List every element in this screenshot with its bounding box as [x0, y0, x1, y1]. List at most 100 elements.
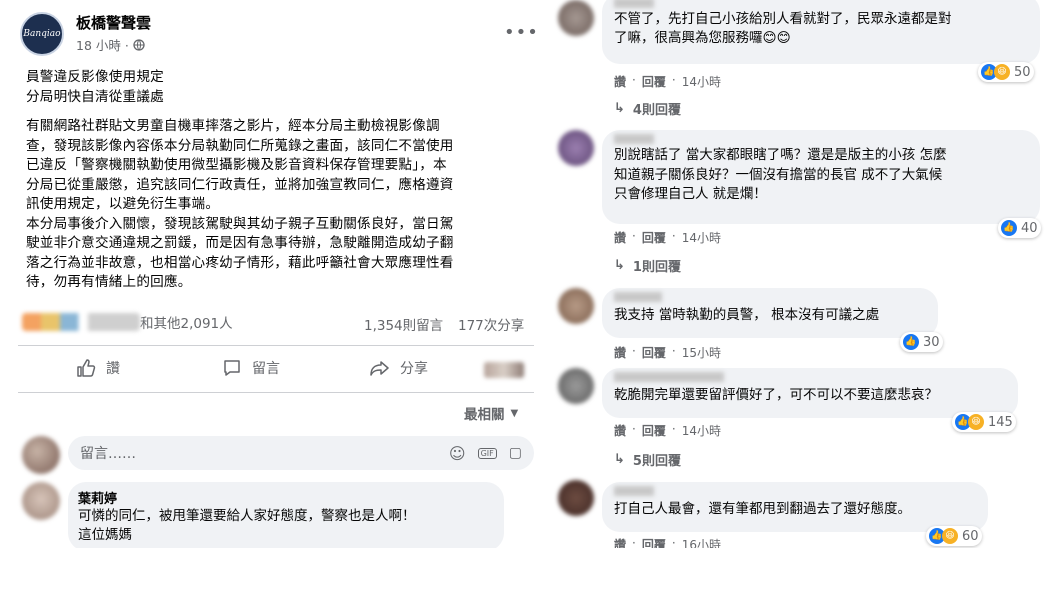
like-label: 讚: [106, 361, 120, 377]
comment-text: 別說瞎話了 當大家都眼瞎了嗎？還是是版主的小孩 怎麼: [614, 147, 947, 163]
comment-time[interactable]: 16小時: [682, 536, 721, 548]
reaction-count: 145: [988, 414, 1013, 430]
comment-text: 我支持 當時執勤的員警， 根本沒有可議之處: [614, 307, 880, 323]
reply-arrow-icon: ↳: [614, 258, 625, 273]
comment-reactions[interactable]: 👍 😆 50: [978, 62, 1034, 82]
comment-input-placeholder: 留言……: [80, 446, 136, 462]
blurred-name: [614, 486, 654, 496]
commenter-avatar: [558, 0, 594, 36]
comment-bubble: 葉莉婷 可憐的同仁，被甩筆還要給人家好態度，警察也是人啊！ 這位媽媽: [68, 482, 504, 548]
comment-meta: 讚 · 回覆 · 15小時: [614, 344, 721, 361]
comment-time[interactable]: 15小時: [682, 344, 721, 361]
replies-label: 4則回覆: [632, 103, 681, 118]
reaction-summary[interactable]: 和其他2,091人: [22, 312, 233, 332]
post-body-line: 落之行為並非故意，也相當心疼幼子情形，藉此呼籲社會大眾應理性看: [26, 254, 454, 271]
post-body-line: 已違反「警察機關執勤使用微型攝影機及影音資料保存管理要點」，本: [26, 157, 447, 173]
post-title-line: 員警違反影像使用規定: [26, 69, 164, 85]
post-body-line: 駛並非介意交通違規之罰鍰，而是因有急事待辦，急駛離開造成幼子翻: [26, 235, 454, 251]
like-button[interactable]: 讚: [76, 358, 120, 378]
comment-reply-link[interactable]: 回覆: [642, 422, 666, 439]
emoji-icon[interactable]: ☺: [449, 444, 466, 463]
reply-arrow-icon: ↳: [614, 101, 625, 116]
comment-reactions[interactable]: 👍 😆 60: [926, 526, 982, 546]
sticker-icon[interactable]: ▢: [509, 445, 522, 461]
view-replies-link[interactable]: ↳ 5則回覆: [614, 450, 681, 469]
comments-count[interactable]: 1,354則留言: [364, 314, 443, 334]
page-name[interactable]: 板橋警聲雲: [76, 12, 151, 33]
comment-meta: 讚 · 回覆 · 14小時: [614, 422, 721, 439]
current-user-avatar: [22, 436, 60, 474]
post-body-line: 待，勿再有情緒上的回應。: [26, 274, 192, 290]
more-dots-icon[interactable]: •••: [504, 22, 539, 43]
haha-reaction-icon: 😆: [942, 528, 958, 544]
post-title-line: 分局明快自清從重議處: [26, 88, 164, 105]
view-replies-link[interactable]: ↳ 1則回覆: [614, 256, 681, 275]
comment-like-link[interactable]: 讚: [614, 344, 626, 361]
comment-label: 留言: [252, 361, 280, 377]
comment-button[interactable]: 留言: [222, 358, 280, 378]
reply-arrow-icon: ↳: [614, 452, 625, 467]
blurred-viewer-avatar: [484, 362, 524, 378]
haha-reaction-icon: 😆: [994, 64, 1010, 80]
post-body-line: 分局已從重嚴懲，追究該同仁行政責任，並將加強宣教同仁，應格遵資: [26, 176, 454, 193]
gif-icon[interactable]: GIF: [477, 447, 497, 459]
avatar-logo-text: Banqiao: [23, 29, 61, 39]
comment-like-link[interactable]: 讚: [614, 536, 626, 548]
comment-reply-link[interactable]: 回覆: [642, 536, 666, 548]
replies-label: 5則回覆: [632, 454, 681, 469]
share-button[interactable]: 分享: [370, 358, 428, 378]
comment-like-link[interactable]: 讚: [614, 73, 626, 90]
comment-bubble: 乾脆開完單還要留評價好了，可不可以不要這麼悲哀？: [602, 368, 1018, 418]
share-label: 分享: [400, 361, 428, 377]
comment-bubble-icon: [224, 360, 240, 376]
comment-meta: 讚 · 回覆 · 14小時: [614, 73, 721, 90]
haha-reaction-icon: 😆: [968, 414, 984, 430]
comment-input[interactable]: 留言…… ☺ GIF ▢: [68, 436, 534, 470]
thumbs-up-icon: [77, 359, 96, 377]
blurred-reactor-avatars: [22, 313, 140, 331]
comment-meta: 讚 · 回覆 · 16小時: [614, 536, 721, 548]
comment-time[interactable]: 14小時: [682, 229, 721, 246]
post-body: 有關網路社群貼文男童自機車摔落之影片，經本分局主動檢視影像調 查，發現該影像內容…: [26, 117, 536, 293]
page-avatar[interactable]: Banqiao: [20, 12, 64, 56]
comments-panel: 不管了，先打自己小孩給別人看就對了，民眾永遠都是對 了嘛，很高興為您服務囉😊😊 …: [548, 0, 1060, 548]
comment-reactions[interactable]: 👍 40: [998, 218, 1041, 238]
comment-text: 知道親子關係良好？一個沒有擔當的長官 成不了大氣候: [614, 166, 943, 183]
post-meta: 18 小時 ·: [76, 35, 145, 54]
post-title: 員警違反影像使用規定 分局明快自清從重議處: [26, 68, 164, 107]
sort-label: 最相關: [464, 407, 505, 423]
comment-time[interactable]: 14小時: [682, 422, 721, 439]
blurred-name: [614, 292, 662, 302]
comment-reply-link[interactable]: 回覆: [642, 344, 666, 361]
view-replies-link[interactable]: ↳ 4則回覆: [614, 99, 681, 118]
like-reaction-icon: 👍: [1001, 220, 1017, 236]
reaction-count: 40: [1021, 220, 1038, 236]
comment-meta: 讚 · 回覆 · 14小時: [614, 229, 721, 246]
shares-count[interactable]: 177次分享: [458, 314, 524, 334]
comment-like-link[interactable]: 讚: [614, 422, 626, 439]
sort-dropdown[interactable]: 最相關 ▼: [464, 403, 518, 423]
comment-bubble: 我支持 當時執勤的員警， 根本沒有可議之處: [602, 288, 938, 338]
comment-text: 了嘛，很高興為您服務囉😊😊: [614, 30, 791, 46]
post-body-line: 查，發現該影像內容係本分局執勤同仁所蒐錄之畫面，該同仁不當使用: [26, 137, 454, 154]
comment-text: 可憐的同仁，被甩筆還要給人家好態度，警察也是人啊！: [78, 508, 416, 524]
comment-reply-link[interactable]: 回覆: [642, 73, 666, 90]
comment-like-link[interactable]: 讚: [614, 229, 626, 246]
globe-icon: [133, 38, 145, 51]
blurred-name: [614, 372, 724, 382]
reaction-count: 60: [962, 528, 979, 544]
replies-label: 1則回覆: [632, 260, 681, 275]
comment-time[interactable]: 14小時: [682, 73, 721, 90]
reaction-count: 50: [1014, 64, 1031, 80]
caret-down-icon: ▼: [510, 407, 519, 419]
comment-reactions[interactable]: 👍 😆 145: [952, 412, 1016, 432]
comment-text: 不管了，先打自己小孩給別人看就對了，民眾永遠都是對: [614, 11, 952, 27]
comment-reply-link[interactable]: 回覆: [642, 229, 666, 246]
commenter-name[interactable]: 葉莉婷: [78, 488, 494, 507]
post-time[interactable]: 18 小時 ·: [76, 35, 129, 54]
like-reaction-icon: 👍: [903, 334, 919, 350]
post-panel: Banqiao 板橋警聲雲 18 小時 · ••• 員警違反影像使用規定 分局明…: [0, 0, 544, 548]
divider: [18, 345, 534, 346]
comment-reactions[interactable]: 👍 30: [900, 332, 943, 352]
commenter-avatar: [558, 368, 594, 404]
